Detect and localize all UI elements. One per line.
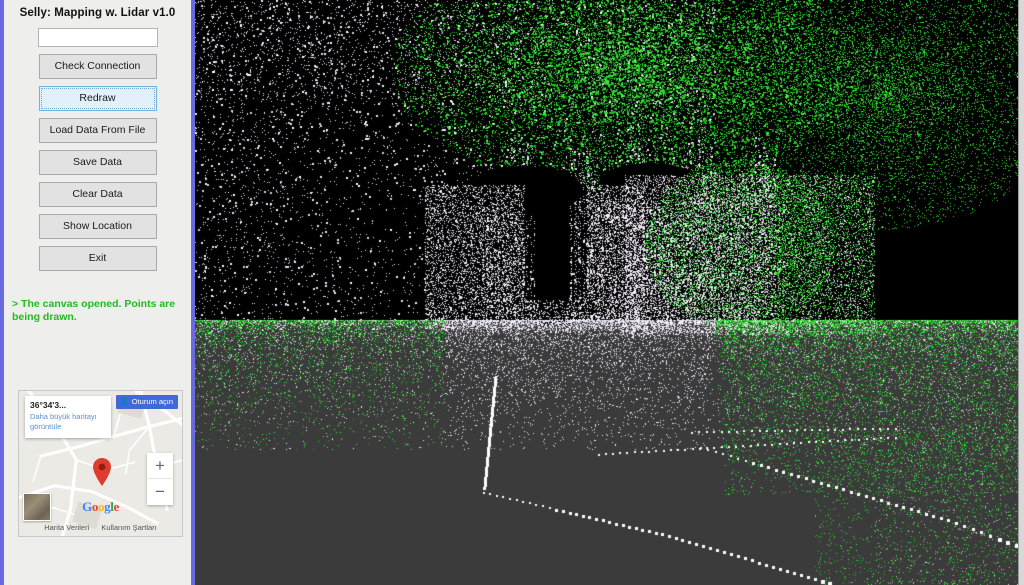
street-view-thumbnail[interactable] xyxy=(23,493,51,521)
map-pin-icon[interactable] xyxy=(91,457,113,487)
zoom-out-button[interactable]: − xyxy=(147,479,173,505)
map-data-link[interactable]: Harita Verileri xyxy=(44,523,89,532)
status-log: > The canvas opened. Points are being dr… xyxy=(12,298,179,323)
google-logo: Google xyxy=(82,499,119,514)
application-window: Selly: Mapping w. Lidar v1.0 Check Conne… xyxy=(0,0,1024,585)
lidar-canvas-container[interactable] xyxy=(195,0,1024,585)
map-info-card[interactable]: 36°34'3... Daha büyük haritayı görüntüle xyxy=(25,396,111,438)
control-panel: Selly: Mapping w. Lidar v1.0 Check Conne… xyxy=(0,0,195,585)
view-larger-map-link[interactable]: Daha büyük haritayı görüntüle xyxy=(30,412,106,431)
exit-button[interactable]: Exit xyxy=(38,246,157,271)
page-title: Selly: Mapping w. Lidar v1.0 xyxy=(19,7,176,19)
map-coordinate-label: 36°34'3... xyxy=(30,400,67,410)
zoom-in-button[interactable]: + xyxy=(147,453,173,479)
clear-data-button[interactable]: Clear Data xyxy=(38,182,157,207)
show-location-button[interactable]: Show Location xyxy=(38,214,157,239)
map-zoom-controls[interactable]: + − xyxy=(147,453,173,505)
save-data-button[interactable]: Save Data xyxy=(38,150,157,175)
button-list: Check Connection Redraw Load Data From Fil… xyxy=(4,54,191,271)
window-right-edge xyxy=(1018,0,1024,585)
check-connection-button[interactable]: Check Connection xyxy=(38,54,157,79)
person-icon: 👤 xyxy=(119,397,130,406)
terms-of-use-link[interactable]: Kullanım Şartları xyxy=(101,523,156,532)
sign-in-button[interactable]: 👤 Oturum açın xyxy=(115,395,178,409)
lidar-point-cloud[interactable] xyxy=(195,0,1024,585)
map-footer: Harita Verileri Kullanım Şartları xyxy=(19,523,182,532)
search-input[interactable] xyxy=(37,28,158,47)
google-map-widget[interactable]: 36°34'3... Daha büyük haritayı görüntüle… xyxy=(18,390,183,537)
load-data-from-file-button[interactable]: Load Data From File xyxy=(38,118,157,143)
sign-in-label: Oturum açın xyxy=(131,397,173,406)
redraw-button[interactable]: Redraw xyxy=(38,86,157,111)
